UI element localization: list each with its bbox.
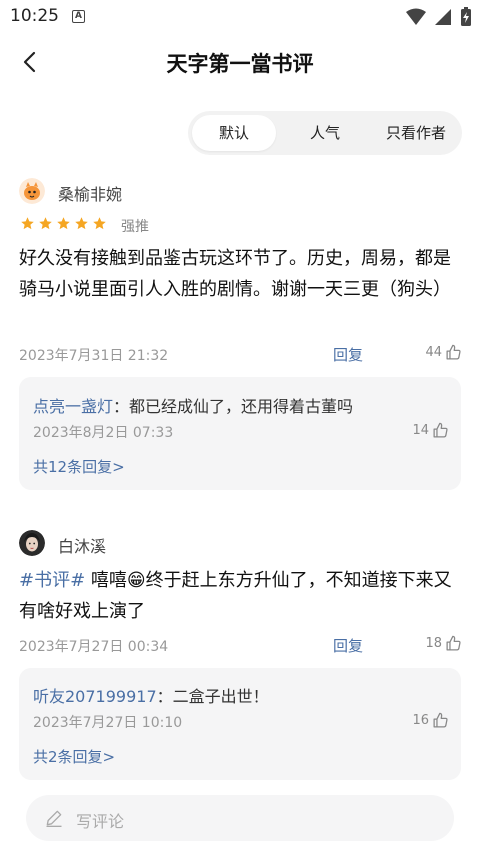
username[interactable]: 白沐溪	[58, 533, 106, 557]
star-rating	[20, 216, 107, 231]
reply-button[interactable]: 回复	[333, 344, 363, 365]
like-count: 18	[425, 636, 442, 651]
avatar[interactable]	[19, 178, 45, 204]
status-icons	[406, 7, 472, 27]
thumbs-up-icon	[446, 635, 461, 651]
reply-box[interactable]: 听友207199917：二盒子出世！ 2023年7月27日 10:10 16 共…	[19, 668, 461, 780]
view-more-replies-link[interactable]: 共2条回复>	[33, 746, 115, 767]
reply-like-count: 16	[412, 713, 429, 728]
tab-default[interactable]: 默认	[192, 115, 276, 151]
reply-separator: ：	[156, 687, 173, 706]
header: 天字第一當书评	[0, 34, 480, 90]
reply-like-button[interactable]: 14	[412, 422, 449, 439]
thumbs-up-icon	[446, 344, 461, 360]
tab-popular[interactable]: 人气	[283, 115, 367, 151]
signal-icon	[435, 9, 451, 25]
topic-tag[interactable]: #书评#	[19, 570, 85, 591]
reply-separator: ：	[113, 397, 130, 416]
rating-label: 强推	[121, 219, 149, 235]
reply-text: 都已经成仙了，还用得着古董吗	[129, 397, 354, 416]
like-button[interactable]: 18	[425, 635, 462, 652]
star-icon	[21, 217, 34, 230]
reply-text: 二盒子出世！	[172, 687, 269, 706]
tab-author-only[interactable]: 只看作者	[374, 115, 458, 151]
status-bar: 10:25 A	[0, 0, 480, 34]
reply-line: 听友207199917：二盒子出世！	[33, 683, 269, 707]
reply-author[interactable]: 听友207199917	[33, 687, 157, 706]
write-comment-input[interactable]: 写评论	[26, 795, 454, 841]
sort-tabs: 默认 人气 只看作者	[188, 111, 462, 155]
pencil-icon	[46, 810, 62, 827]
star-icon	[75, 217, 88, 230]
avatar[interactable]	[19, 530, 45, 556]
view-more-replies-link[interactable]: 共12条回复>	[33, 456, 125, 477]
comment-placeholder: 写评论	[76, 812, 125, 831]
comment-text[interactable]: 好久没有接触到品鉴古玩这环节了。历史，周易，都是骑马小说里面引人入胜的剧情。谢谢…	[19, 243, 464, 305]
reply-like-count: 14	[412, 423, 429, 438]
like-button[interactable]: 44	[425, 344, 462, 361]
comment-body: 好久没有接触到品鉴古玩这环节了。历史，周易，都是骑马小说里面引人入胜的剧情。谢谢…	[19, 248, 451, 300]
star-icon	[93, 217, 106, 230]
reply-button[interactable]: 回复	[333, 635, 363, 656]
like-count: 44	[425, 345, 442, 360]
reply-like-button[interactable]: 16	[412, 712, 449, 729]
thumbs-up-icon	[433, 422, 448, 438]
star-icon	[57, 217, 70, 230]
reply-date: 2023年7月27日 10:10	[33, 715, 183, 731]
status-time: 10:25	[10, 6, 59, 26]
page-title: 天字第一當书评	[166, 52, 314, 76]
notification-icon: A	[72, 10, 85, 23]
comment-date: 2023年7月31日 21:32	[19, 348, 169, 364]
star-icon	[39, 217, 52, 230]
reply-box[interactable]: 点亮一盏灯：都已经成仙了，还用得着古董吗 2023年8月2日 07:33 14 …	[19, 377, 461, 490]
reply-date: 2023年8月2日 07:33	[33, 425, 174, 441]
bottom-bar: 写评论	[0, 780, 480, 853]
wifi-icon	[406, 8, 426, 25]
reply-line: 点亮一盏灯：都已经成仙了，还用得着古董吗	[33, 393, 353, 417]
comment-date: 2023年7月27日 00:34	[19, 639, 169, 655]
reply-author[interactable]: 点亮一盏灯	[33, 397, 113, 416]
battery-charging-icon	[461, 7, 471, 26]
username[interactable]: 桑榆非婉	[58, 181, 122, 205]
comment-text[interactable]: #书评# 嘻嘻😁终于赶上东方升仙了，不知道接下来又有啥好戏上演了	[19, 565, 464, 627]
thumbs-up-icon	[433, 712, 448, 728]
